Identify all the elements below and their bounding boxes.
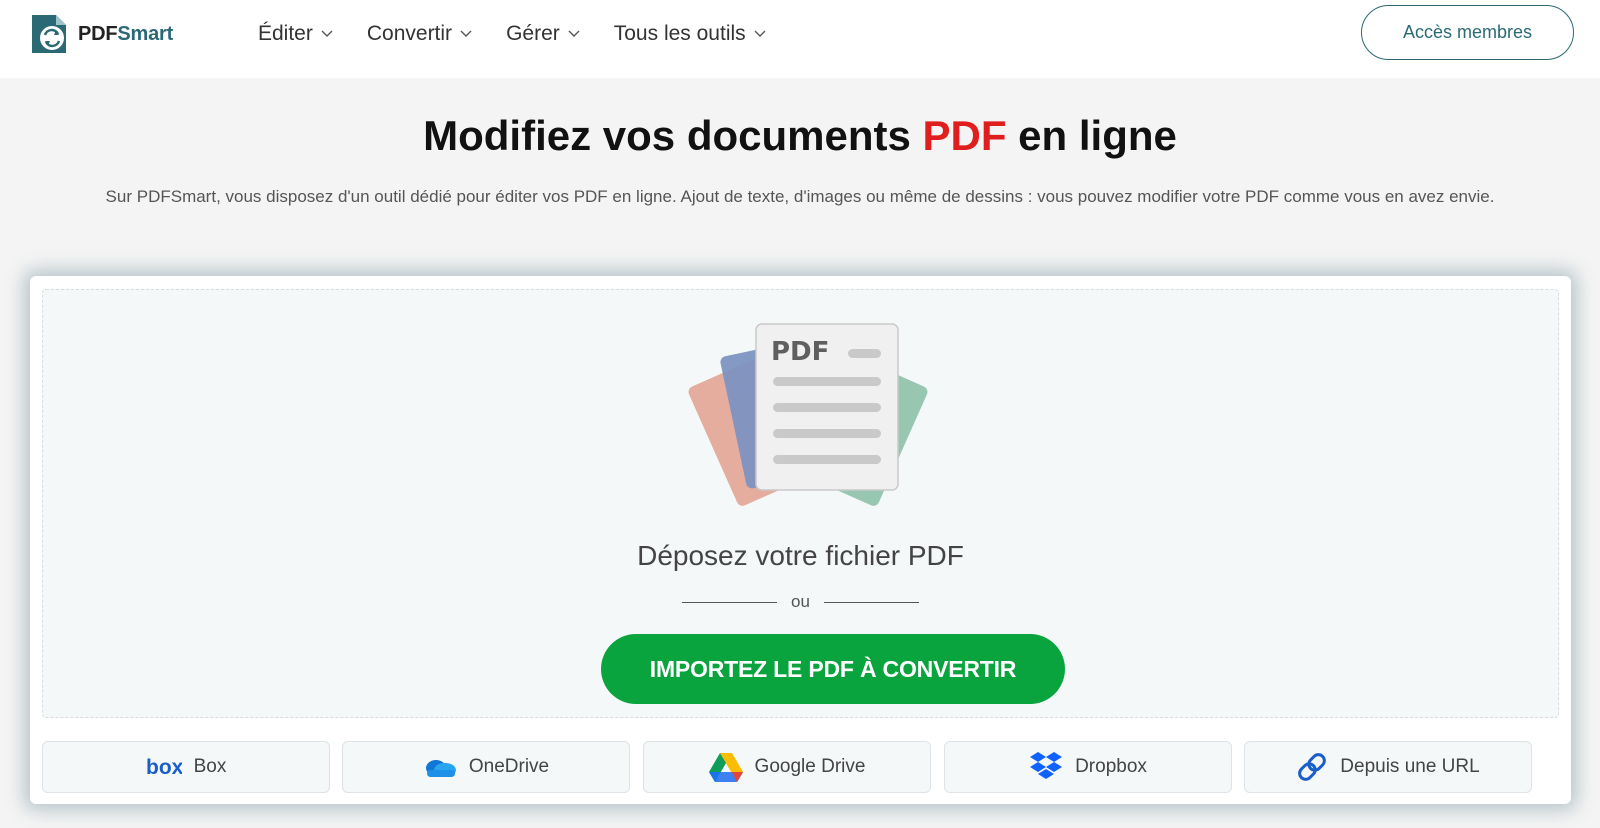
nav-convert[interactable]: Convertir	[367, 22, 472, 46]
or-divider: ou	[43, 592, 1558, 612]
source-url-label: Depuis une URL	[1340, 756, 1480, 777]
source-box-button[interactable]: box Box	[42, 741, 330, 793]
chevron-down-icon	[321, 30, 333, 37]
dropbox-icon	[1030, 752, 1063, 779]
page-title: Modifiez vos documents PDF en ligne	[0, 112, 1600, 160]
svg-text:box: box	[146, 756, 182, 778]
page-title-part1: Modifiez vos documents	[423, 112, 923, 159]
nav-edit-label: Éditer	[258, 22, 313, 45]
pdf-document-icon: PDF	[688, 323, 928, 506]
pdfsmart-logo-icon	[32, 15, 66, 53]
drop-instruction: Déposez votre fichier PDF	[637, 540, 964, 571]
import-pdf-button[interactable]: IMPORTEZ LE PDF À CONVERTIR	[601, 634, 1065, 704]
main-nav: Éditer Convertir Gérer Tous les outils	[258, 22, 800, 46]
or-label: ou	[791, 592, 810, 611]
chevron-down-icon	[460, 30, 472, 37]
pdf-stack-illustration: PDF	[678, 320, 938, 515]
site-header: PDFSmart Éditer Convertir Gérer Tous les…	[0, 0, 1600, 78]
page-subtitle: Sur PDFSmart, vous disposez d'un outil d…	[105, 187, 1495, 206]
source-google-drive-button[interactable]: Google Drive	[643, 741, 931, 793]
source-onedrive-label: OneDrive	[468, 756, 550, 777]
nav-all-tools-label: Tous les outils	[613, 22, 746, 45]
nav-manage[interactable]: Gérer	[506, 22, 580, 46]
divider-line-left	[682, 601, 778, 603]
chevron-down-icon	[568, 30, 580, 37]
nav-all-tools[interactable]: Tous les outils	[614, 22, 766, 46]
logo-text: PDFSmart	[78, 23, 173, 46]
source-google-drive-label: Google Drive	[754, 756, 866, 777]
source-url-button[interactable]: Depuis une URL	[1244, 741, 1532, 793]
nav-convert-label: Convertir	[366, 22, 453, 45]
nav-edit[interactable]: Éditer	[258, 22, 333, 46]
nav-manage-label: Gérer	[506, 22, 560, 45]
source-onedrive-button[interactable]: OneDrive	[342, 741, 630, 793]
source-dropbox-button[interactable]: Dropbox	[944, 741, 1232, 793]
page-title-accent: PDF	[922, 112, 1007, 159]
cloud-sources: box Box OneDrive Google Drive Dropbox De…	[42, 741, 1559, 793]
logo[interactable]: PDFSmart	[28, 13, 173, 55]
link-icon	[1298, 753, 1327, 781]
members-access-button[interactable]: Accès membres	[1361, 5, 1574, 60]
source-box-label: Box	[193, 756, 227, 777]
file-dropzone[interactable]: PDF Déposez votre fichier PDF ou IMPORTE…	[42, 289, 1559, 718]
pdf-document-label: PDF	[771, 337, 829, 367]
logo-text-part2: Smart	[117, 22, 174, 45]
source-dropbox-label: Dropbox	[1075, 756, 1147, 777]
google-drive-icon	[708, 753, 743, 782]
upload-card: PDF Déposez votre fichier PDF ou IMPORTE…	[30, 276, 1571, 804]
chevron-down-icon	[754, 30, 766, 37]
page-title-part2: en ligne	[1006, 112, 1177, 159]
divider-line-right	[823, 601, 919, 603]
onedrive-icon	[425, 760, 456, 777]
box-icon: box	[146, 756, 182, 778]
logo-text-part1: PDF	[78, 22, 118, 45]
